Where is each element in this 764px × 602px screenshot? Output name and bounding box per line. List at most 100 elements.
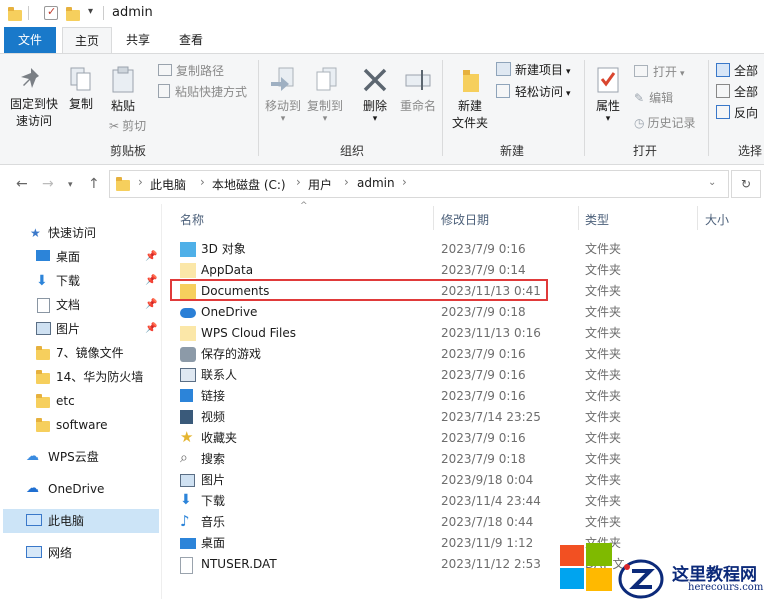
pane-divider[interactable]: [161, 204, 162, 599]
file-row[interactable]: ★ 收藏夹 2023/7/9 0:16 文件夹: [175, 428, 750, 449]
file-row[interactable]: 联系人 2023/7/9 0:16 文件夹: [175, 365, 750, 386]
breadcrumb-admin[interactable]: admin: [357, 176, 395, 190]
new-folder-icon[interactable]: [66, 7, 80, 21]
computer-icon: [26, 514, 42, 526]
file-type: 文件夹: [585, 326, 622, 340]
delete-button[interactable]: 删除 ▾: [358, 66, 392, 124]
file-row[interactable]: ⬇ 下载 2023/11/4 23:44 文件夹: [175, 491, 750, 512]
forward-arrow-icon[interactable]: →: [42, 176, 54, 192]
file-row[interactable]: 桌面2023/11/9 1:12文件夹: [175, 533, 750, 554]
nav-label: 图片: [56, 322, 81, 336]
open-button[interactable]: 打开 ▾: [634, 63, 685, 83]
select-all-button[interactable]: 全部: [716, 62, 758, 80]
new-item-button[interactable]: 新建项目 ▾: [496, 61, 571, 81]
file-name: 保存的游戏: [201, 347, 262, 361]
move-to-button[interactable]: 移动到 ▾: [263, 66, 303, 124]
file-row[interactable]: 视频 2023/7/14 23:25 文件夹: [175, 407, 750, 428]
copy-to-button[interactable]: 复制到 ▾: [305, 66, 345, 124]
paste-button[interactable]: 粘贴: [106, 66, 140, 115]
file-date: 2023/7/9 0:14: [441, 263, 526, 277]
file-row[interactable]: OneDrive 2023/7/9 0:18 文件夹: [175, 302, 750, 323]
tab-share[interactable]: 共享: [116, 27, 160, 53]
new-folder-icon: [463, 70, 479, 92]
history-label: 历史记录: [647, 116, 696, 130]
file-row[interactable]: 图片 2023/9/18 0:04 文件夹: [175, 470, 750, 491]
rename-button[interactable]: 重命名: [398, 66, 438, 115]
pin-icon[interactable]: 📌: [145, 269, 157, 293]
copy-path-button[interactable]: 复制路径: [158, 62, 224, 80]
properties-check-icon[interactable]: ✓: [44, 5, 58, 20]
favorites-icon: ★: [180, 428, 194, 446]
invert-selection-button[interactable]: 反向: [716, 104, 758, 122]
back-arrow-icon[interactable]: ←: [16, 176, 28, 192]
onedrive-icon: [180, 308, 196, 318]
properties-icon: [597, 67, 619, 93]
edit-button[interactable]: ✎ 编辑: [634, 89, 673, 107]
history-button[interactable]: ◷ 历史记录: [634, 114, 696, 132]
file-date: 2023/11/9 1:12: [441, 536, 534, 550]
tab-view[interactable]: 查看: [168, 27, 214, 53]
windows-logo-watermark: [560, 543, 612, 594]
pin-label-2: 速访问: [15, 114, 52, 128]
cut-button[interactable]: ✂ 剪切: [109, 117, 146, 135]
column-size[interactable]: 大小: [705, 211, 729, 228]
ribbon-separator: [258, 60, 259, 156]
file-row[interactable]: AppData 2023/7/9 0:14 文件夹: [175, 260, 750, 281]
column-name[interactable]: 名称: [180, 211, 204, 228]
copy-to-label: 复制到: [306, 99, 343, 113]
file-row[interactable]: 保存的游戏 2023/7/9 0:16 文件夹: [175, 344, 750, 365]
paste-shortcut-button[interactable]: 粘贴快捷方式: [158, 83, 247, 101]
breadcrumb-this-pc[interactable]: 此电脑: [150, 176, 186, 193]
tab-home[interactable]: 主页: [62, 27, 112, 54]
file-type: 文件夹: [585, 452, 622, 466]
breadcrumb-users[interactable]: 用户: [308, 176, 332, 193]
rename-icon: [405, 70, 431, 90]
file-type: 文件夹: [585, 347, 622, 361]
dropdown-arrow-icon: ▾: [566, 67, 571, 77]
move-to-icon: [271, 67, 294, 91]
edit-icon: ✎: [634, 91, 645, 105]
breadcrumb-local-disk[interactable]: 本地磁盘 (C:): [212, 176, 286, 193]
file-type: 文件夹: [585, 305, 622, 319]
folder-icon: [180, 326, 196, 341]
refresh-button[interactable]: ↻: [731, 170, 761, 198]
column-date-modified[interactable]: 修改日期: [441, 211, 489, 228]
easy-access-icon: [496, 84, 510, 98]
file-row[interactable]: 3D 对象 2023/7/9 0:16 文件夹: [175, 239, 750, 260]
file-name: NTUSER.DAT: [201, 557, 277, 571]
customize-qat-icon[interactable]: ▾: [88, 6, 93, 17]
pin-quick-access-button[interactable]: 固定到快 速访问: [8, 66, 60, 130]
pin-icon[interactable]: 📌: [145, 317, 157, 341]
saved-games-icon: [180, 347, 196, 362]
cut-label: 剪切: [122, 119, 147, 133]
nav-this-pc[interactable]: 此电脑: [3, 509, 159, 533]
pin-icon[interactable]: 📌: [145, 245, 157, 269]
invert-selection-label: 反向: [734, 106, 759, 120]
open-label: 打开: [653, 65, 678, 79]
properties-button[interactable]: 属性 ▾: [590, 66, 626, 124]
file-row[interactable]: ♪ 音乐 2023/7/18 0:44 文件夹: [175, 512, 750, 533]
select-none-button[interactable]: 全部: [716, 83, 758, 101]
recent-locations-icon[interactable]: ▾: [68, 180, 73, 190]
file-type: 文件夹: [585, 473, 622, 487]
file-date: 2023/9/18 0:04: [441, 473, 534, 487]
address-history-chevron-icon[interactable]: ⌄: [708, 177, 716, 188]
column-type[interactable]: 类型: [585, 211, 609, 228]
file-row[interactable]: WPS Cloud Files 2023/11/13 0:16 文件夹: [175, 323, 750, 344]
file-row[interactable]: 链接 2023/7/9 0:16 文件夹: [175, 386, 750, 407]
nav-label: 14、华为防火墙: [56, 370, 144, 384]
new-folder-button[interactable]: 新建 文件夹: [448, 66, 492, 132]
file-type: 文件夹: [585, 242, 622, 256]
copy-label: 复制: [68, 97, 93, 111]
nav-label: WPS云盘: [48, 450, 99, 464]
file-row[interactable]: ⌕ 搜索 2023/7/9 0:18 文件夹: [175, 449, 750, 470]
copy-button[interactable]: 复制: [64, 66, 98, 113]
file-date: 2023/11/4 23:44: [441, 494, 541, 508]
up-arrow-icon[interactable]: ↑: [88, 176, 100, 192]
organize-group-label: 组织: [340, 144, 365, 158]
tab-file[interactable]: 文件: [4, 27, 56, 53]
folder-icon: [36, 370, 50, 384]
pin-icon[interactable]: 📌: [145, 293, 157, 317]
address-bar[interactable]: › 此电脑 › 本地磁盘 (C:) › 用户 › admin › ⌄: [109, 170, 729, 198]
easy-access-button[interactable]: 轻松访问 ▾: [496, 83, 571, 103]
